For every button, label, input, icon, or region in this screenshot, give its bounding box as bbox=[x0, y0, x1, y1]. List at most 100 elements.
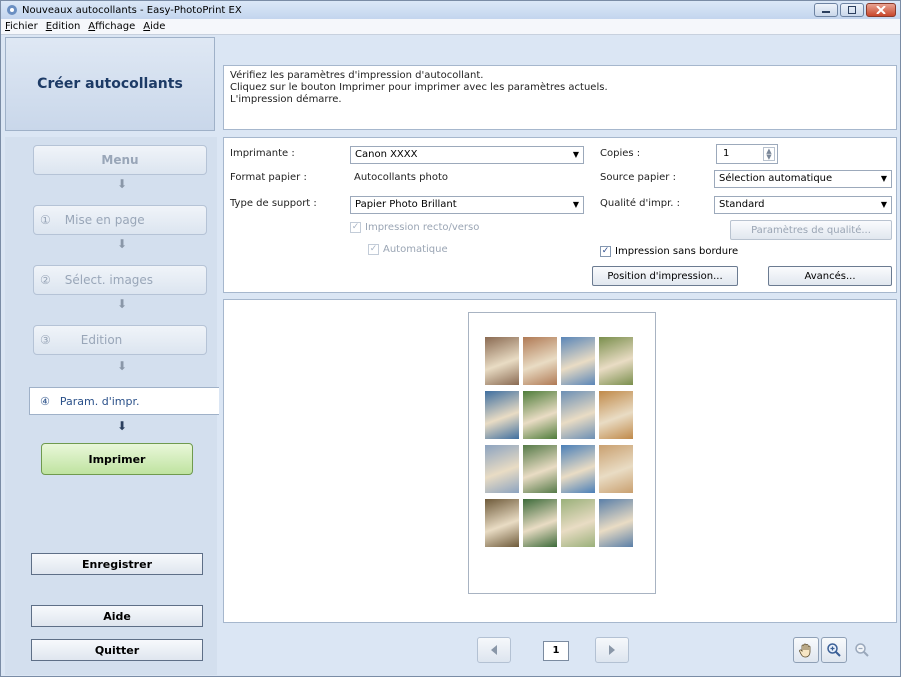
sticker-thumbnail bbox=[485, 391, 519, 439]
borderless-label: Impression sans bordure bbox=[615, 246, 739, 257]
printer-value: Canon XXXX bbox=[355, 149, 418, 160]
window-title: Nouveaux autocollants - Easy-PhotoPrint … bbox=[22, 4, 242, 16]
sticker-thumbnail bbox=[599, 445, 633, 493]
next-page-icon bbox=[609, 645, 615, 655]
print-button-label: Imprimer bbox=[88, 452, 146, 466]
quality-settings-button[interactable]: Paramètres de qualité... bbox=[730, 220, 892, 240]
step-arrow-icon: ⬇ bbox=[117, 419, 128, 433]
step-number: ④ bbox=[40, 394, 50, 408]
sticker-thumbnail bbox=[523, 391, 557, 439]
app-icon bbox=[7, 5, 17, 15]
sticker-thumbnail bbox=[561, 337, 595, 385]
next-page-button[interactable] bbox=[595, 637, 629, 663]
dropdown-icon: ▼ bbox=[572, 200, 579, 209]
preview-toolbar: 1 bbox=[223, 627, 897, 675]
help-button-label: Aide bbox=[103, 609, 131, 623]
step-label: Param. d'impr. bbox=[59, 394, 140, 408]
step-print-settings-current[interactable]: ④ Param. d'impr. bbox=[29, 387, 219, 415]
spinner-arrows-icon[interactable]: ▲ ▼ bbox=[763, 147, 775, 161]
print-button[interactable]: Imprimer bbox=[41, 443, 193, 475]
print-preview-area bbox=[223, 299, 897, 623]
printer-label: Imprimante : bbox=[230, 148, 295, 159]
maximize-icon bbox=[848, 6, 856, 14]
hand-tool-button[interactable] bbox=[793, 637, 819, 663]
menu-bar: Fichier Edition Affichage Aide bbox=[1, 19, 900, 35]
zoom-out-button[interactable] bbox=[849, 637, 875, 663]
dropdown-icon: ▼ bbox=[880, 174, 887, 183]
step-layout-button[interactable]: ① Mise en page bbox=[33, 205, 207, 235]
close-button[interactable] bbox=[866, 3, 896, 17]
menu-aide[interactable]: Aide bbox=[143, 21, 165, 32]
print-quality-select[interactable]: Standard ▼ bbox=[714, 196, 892, 214]
sticker-grid bbox=[485, 337, 633, 547]
sticker-thumbnail bbox=[523, 337, 557, 385]
message-line: Vérifiez les paramètres d'impression d'a… bbox=[230, 70, 484, 81]
step-arrow-icon: ⬇ bbox=[117, 359, 128, 373]
auto-duplex-checkbox[interactable]: ✓ Automatique bbox=[368, 244, 448, 255]
step-label: Edition bbox=[80, 333, 123, 347]
sticker-thumbnail bbox=[485, 337, 519, 385]
print-settings-panel: Imprimante : Canon XXXX ▼ Format papier :… bbox=[223, 137, 897, 293]
duplex-checkbox[interactable]: ✓ Impression recto/verso bbox=[350, 222, 479, 233]
step-label: Mise en page bbox=[64, 213, 145, 227]
sticker-thumbnail bbox=[485, 445, 519, 493]
prev-page-button[interactable] bbox=[477, 637, 511, 663]
message-line: Cliquez sur le bouton Imprimer pour impr… bbox=[230, 82, 608, 93]
menu-button-label: Menu bbox=[101, 153, 139, 167]
menu-button[interactable]: Menu bbox=[33, 145, 207, 175]
copies-value: 1 bbox=[723, 148, 730, 159]
sticker-thumbnail bbox=[599, 391, 633, 439]
step-edit-button[interactable]: ③ Edition bbox=[33, 325, 207, 355]
step-label: Sélect. images bbox=[64, 273, 154, 287]
dropdown-icon: ▼ bbox=[572, 150, 579, 159]
advanced-button[interactable]: Avancés... bbox=[768, 266, 892, 286]
preview-page bbox=[468, 312, 656, 594]
instruction-message: Vérifiez les paramètres d'impression d'a… bbox=[223, 65, 897, 130]
paper-source-value: Sélection automatique bbox=[719, 173, 833, 184]
help-button[interactable]: Aide bbox=[31, 605, 203, 627]
print-position-button[interactable]: Position d'impression... bbox=[592, 266, 738, 286]
borderless-checkbox[interactable]: ✓ Impression sans bordure bbox=[600, 246, 738, 257]
print-position-label: Position d'impression... bbox=[607, 270, 723, 282]
sticker-thumbnail bbox=[599, 499, 633, 547]
maximize-button[interactable] bbox=[840, 3, 864, 17]
save-button[interactable]: Enregistrer bbox=[31, 553, 203, 575]
paper-size-value: Autocollants photo bbox=[354, 172, 449, 183]
sticker-thumbnail bbox=[599, 337, 633, 385]
printer-select[interactable]: Canon XXXX ▼ bbox=[350, 146, 584, 164]
sticker-thumbnail bbox=[523, 445, 557, 493]
zoom-out-icon bbox=[855, 643, 869, 657]
menu-edition[interactable]: Edition bbox=[46, 21, 81, 32]
quit-button[interactable]: Quitter bbox=[31, 639, 203, 661]
zoom-in-button[interactable] bbox=[821, 637, 847, 663]
quality-settings-label: Paramètres de qualité... bbox=[751, 224, 871, 236]
step-arrow-icon: ⬇ bbox=[117, 297, 128, 311]
sticker-thumbnail bbox=[561, 499, 595, 547]
sidebar-title: Créer autocollants bbox=[37, 76, 183, 92]
step-number: ② bbox=[40, 273, 51, 287]
zoom-in-icon bbox=[827, 643, 841, 657]
copies-spinner[interactable]: 1 ▲ ▼ bbox=[716, 144, 778, 164]
sidebar-header: Créer autocollants bbox=[5, 37, 215, 131]
sticker-thumbnail bbox=[561, 391, 595, 439]
paper-source-select[interactable]: Sélection automatique ▼ bbox=[714, 170, 892, 188]
hand-tool-icon bbox=[799, 643, 811, 658]
page-number: 1 bbox=[543, 641, 569, 661]
app-window: Nouveaux autocollants - Easy-PhotoPrint … bbox=[0, 0, 901, 677]
message-line: L'impression démarre. bbox=[230, 94, 342, 105]
minimize-button[interactable] bbox=[814, 3, 838, 17]
checkbox-check-icon: ✓ bbox=[600, 246, 611, 257]
copies-label: Copies : bbox=[600, 148, 641, 159]
menu-fichier[interactable]: Fichier bbox=[5, 21, 38, 32]
step-arrow-icon: ⬇ bbox=[117, 237, 128, 251]
step-select-images-button[interactable]: ② Sélect. images bbox=[33, 265, 207, 295]
menu-affichage[interactable]: Affichage bbox=[88, 21, 135, 32]
sticker-thumbnail bbox=[523, 499, 557, 547]
minimize-icon bbox=[822, 11, 830, 13]
sticker-thumbnail bbox=[485, 499, 519, 547]
quit-button-label: Quitter bbox=[94, 643, 140, 657]
paper-size-label: Format papier : bbox=[230, 172, 307, 183]
checkbox-check-icon: ✓ bbox=[350, 222, 361, 233]
checkbox-check-icon: ✓ bbox=[368, 244, 379, 255]
media-type-select[interactable]: Papier Photo Brillant ▼ bbox=[350, 196, 584, 214]
